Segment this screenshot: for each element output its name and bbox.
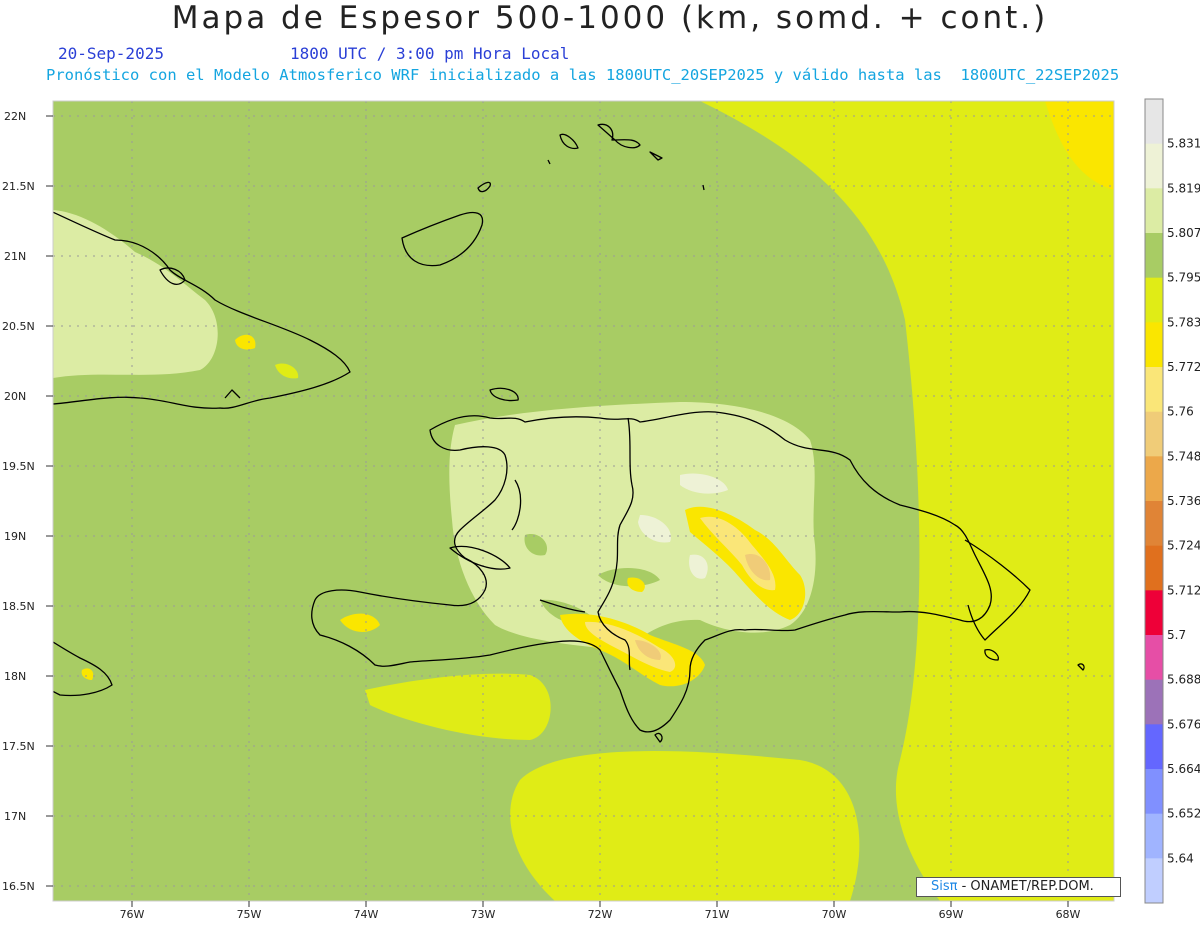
colorbar-swatch xyxy=(1145,545,1163,591)
forecast-description: Pronóstico con el Modelo Atmosferico WRF… xyxy=(46,66,1120,84)
colorbar-swatch xyxy=(1145,813,1163,859)
colorbar-label: 5.748 xyxy=(1167,449,1200,463)
map-figure: 22N 21.5N 21N 20.5N 20N 19.5N 19N 18.5N … xyxy=(2,98,1200,921)
colorbar-swatch xyxy=(1145,99,1163,145)
lon-label: 75W xyxy=(237,908,262,921)
lon-label: 69W xyxy=(939,908,964,921)
colorbar-swatch xyxy=(1145,277,1163,323)
lat-label: 16.5N xyxy=(2,880,35,893)
colorbar-swatch xyxy=(1145,411,1163,457)
lat-label: 19N xyxy=(4,530,26,543)
lat-label: 22N xyxy=(4,110,26,123)
contour-south-blob xyxy=(510,751,860,901)
colorbar-swatch xyxy=(1145,322,1163,368)
colorbar-swatch xyxy=(1145,724,1163,770)
lat-label: 21N xyxy=(4,250,26,263)
forecast-date: 20-Sep-2025 xyxy=(58,44,164,63)
page-title: Mapa de Espesor 500-1000 (km, somd. + co… xyxy=(171,0,1049,36)
lon-labels: 76W 75W 74W 73W 72W 71W 70W 69W 68W xyxy=(120,908,1081,921)
colorbar-swatch xyxy=(1145,679,1163,725)
colorbar-swatch xyxy=(1145,590,1163,636)
colorbar: 5.831 5.819 5.807 5.795 5.783 5.772 5.76 5.748 5… xyxy=(1144,98,1200,904)
forecast-time: 1800 UTC / 3:00 pm Hora Local xyxy=(290,44,570,63)
colorbar-label: 5.664 xyxy=(1167,762,1200,776)
colorbar-label: 5.724 xyxy=(1167,539,1200,553)
colorbar-swatch xyxy=(1145,456,1163,502)
colorbar-label: 5.652 xyxy=(1167,807,1200,821)
lat-label: 19.5N xyxy=(2,460,35,473)
colorbar-label: 5.676 xyxy=(1167,717,1200,731)
lat-ticks xyxy=(46,115,53,887)
colorbar-label: 5.819 xyxy=(1167,181,1200,195)
colorbar-swatch xyxy=(1145,188,1163,234)
colorbar-swatch xyxy=(1145,367,1163,413)
lon-label: 70W xyxy=(822,908,847,921)
colorbar-label: 5.64 xyxy=(1167,851,1194,865)
colorbar-label: 5.688 xyxy=(1167,673,1200,687)
lat-label: 21.5N xyxy=(2,180,35,193)
colorbar-label: 5.783 xyxy=(1167,315,1200,329)
sispi-logo: Sisπ xyxy=(931,879,958,894)
colorbar-swatch xyxy=(1145,233,1163,279)
lon-label: 76W xyxy=(120,908,145,921)
lon-ticks xyxy=(131,901,1069,907)
plot-area xyxy=(53,101,1114,901)
colorbar-swatch xyxy=(1145,635,1163,681)
lat-label: 20N xyxy=(4,390,26,403)
credit-text: - ONAMET/REP.DOM. xyxy=(957,879,1094,894)
colorbar-label: 5.736 xyxy=(1167,494,1200,508)
lon-label: 74W xyxy=(354,908,379,921)
lat-label: 18.5N xyxy=(2,600,35,613)
coast-northwest-cay xyxy=(40,205,48,222)
lat-label: 17.5N xyxy=(2,740,35,753)
colorbar-label: 5.831 xyxy=(1167,137,1200,151)
credit-box: Sisπ - ONAMET/REP.DOM. xyxy=(916,877,1121,897)
lon-label: 73W xyxy=(471,908,496,921)
colorbar-label: 5.76 xyxy=(1167,405,1194,419)
colorbar-label: 5.795 xyxy=(1167,271,1200,285)
lat-label: 18N xyxy=(4,670,26,683)
contour-hispaniola-pale xyxy=(449,402,816,650)
lon-label: 71W xyxy=(705,908,730,921)
colorbar-swatch xyxy=(1145,858,1163,904)
colorbar-label: 5.807 xyxy=(1167,226,1200,240)
colorbar-label: 5.772 xyxy=(1167,360,1200,374)
lon-label: 68W xyxy=(1056,908,1081,921)
colorbar-swatch xyxy=(1145,501,1163,547)
colorbar-swatch xyxy=(1145,769,1163,815)
lat-label: 17N xyxy=(4,810,26,823)
lat-label: 20.5N xyxy=(2,320,35,333)
colorbar-swatch xyxy=(1145,143,1163,189)
lon-label: 72W xyxy=(588,908,613,921)
lat-labels: 22N 21.5N 21N 20.5N 20N 19.5N 19N 18.5N … xyxy=(2,110,35,893)
colorbar-label: 5.7 xyxy=(1167,628,1186,642)
colorbar-label: 5.712 xyxy=(1167,583,1200,597)
